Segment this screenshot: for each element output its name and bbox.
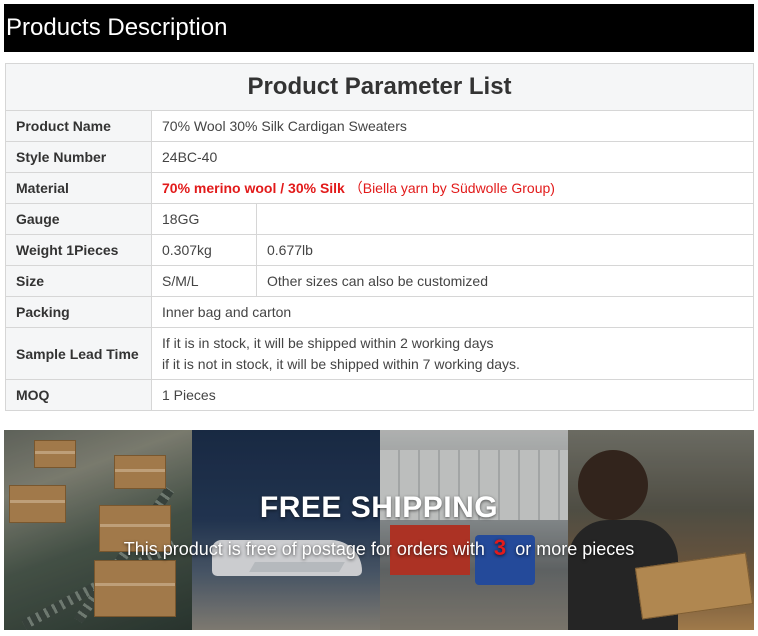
free-shipping-title: FREE SHIPPING <box>259 491 499 524</box>
row-value-size: S/M/L <box>151 265 257 297</box>
table-row: Style Number 24BC-40 <box>5 141 755 173</box>
row-value-gauge-extra <box>255 203 755 235</box>
row-label-size: Size <box>5 265 152 297</box>
subtitle-after: or more pieces <box>515 539 635 559</box>
free-shipping-banner: FREE SHIPPING This product is free of po… <box>4 430 754 630</box>
row-value-moq: 1 Pieces <box>150 379 755 411</box>
row-label-product-name: Product Name <box>5 110 152 142</box>
subtitle-number: 3 <box>493 535 507 560</box>
row-value-gauge: 18GG <box>151 203 257 235</box>
row-label-packing: Packing <box>5 296 152 328</box>
table-row: Product Name 70% Wool 30% Silk Cardigan … <box>5 110 755 142</box>
section-header: Products Description <box>4 4 754 52</box>
section-title: Products Description <box>6 14 228 41</box>
lead-time-out-of-stock: if it is not in stock, it will be shippe… <box>162 355 520 372</box>
row-label-sample-lead-time: Sample Lead Time <box>5 327 152 380</box>
row-label-moq: MOQ <box>5 379 152 411</box>
subtitle-before: This product is free of postage for orde… <box>123 539 485 559</box>
material-yarn-note: （Biella yarn by Südwolle Group) <box>348 180 555 196</box>
table-caption: Product Parameter List <box>4 63 755 111</box>
row-value-sample-lead-time: If it is in stock, it will be shipped wi… <box>150 327 755 380</box>
row-value-material: 70% merino wool / 30% Silk （Biella yarn … <box>150 172 755 204</box>
banner-overlay <box>4 430 754 630</box>
table-row: Material 70% merino wool / 30% Silk （Bie… <box>5 172 755 204</box>
row-label-gauge: Gauge <box>5 203 152 235</box>
lead-time-in-stock: If it is in stock, it will be shipped wi… <box>162 334 494 351</box>
row-value-style-number: 24BC-40 <box>150 141 755 173</box>
table-row: Gauge 18GG <box>5 203 755 235</box>
product-parameter-table: Product Parameter List Product Name 70% … <box>4 63 755 411</box>
row-value-size-note: Other sizes can also be customized <box>255 265 755 297</box>
table-row: Sample Lead Time If it is in stock, it w… <box>5 327 755 380</box>
row-value-weight-lb: 0.677lb <box>255 234 755 266</box>
free-shipping-subtitle: This product is free of postage for orde… <box>4 536 754 561</box>
table-row: Packing Inner bag and carton <box>5 296 755 328</box>
row-value-packing: Inner bag and carton <box>150 296 755 328</box>
table-row: Weight 1Pieces 0.307kg 0.677lb <box>5 234 755 266</box>
row-label-weight: Weight 1Pieces <box>5 234 152 266</box>
material-composition: 70% merino wool / 30% Silk <box>162 180 345 196</box>
row-value-weight-kg: 0.307kg <box>151 234 257 266</box>
row-label-material: Material <box>5 172 152 204</box>
row-label-style-number: Style Number <box>5 141 152 173</box>
row-value-product-name: 70% Wool 30% Silk Cardigan Sweaters <box>150 110 755 142</box>
table-row: Size S/M/L Other sizes can also be custo… <box>5 265 755 297</box>
table-row: MOQ 1 Pieces <box>5 379 755 411</box>
